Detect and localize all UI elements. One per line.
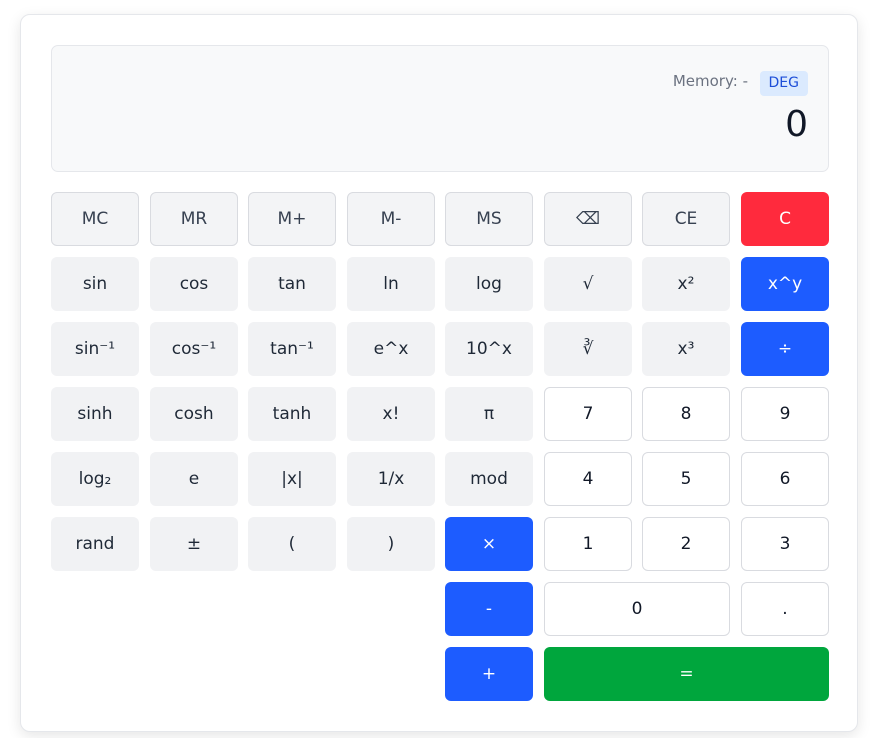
factorial-button[interactable]: x! [347, 387, 435, 441]
log-button[interactable]: log [445, 257, 533, 311]
sinh-button[interactable]: sinh [51, 387, 139, 441]
multiply-button[interactable]: × [445, 517, 533, 571]
digit-7-button[interactable]: 7 [544, 387, 632, 441]
negate-button[interactable]: ± [150, 517, 238, 571]
digit-2-button[interactable]: 2 [642, 517, 730, 571]
cosh-button[interactable]: cosh [150, 387, 238, 441]
random-button[interactable]: rand [51, 517, 139, 571]
add-button[interactable]: + [445, 647, 533, 701]
digit-9-button[interactable]: 9 [741, 387, 829, 441]
display-value: 0 [785, 104, 808, 145]
equals-button[interactable]: = [544, 647, 829, 701]
memory-indicator: Memory: - [672, 72, 748, 90]
tanh-button[interactable]: tanh [248, 387, 336, 441]
arccos-button[interactable]: cos⁻¹ [150, 322, 238, 376]
backspace-button[interactable]: ⌫ [544, 192, 632, 246]
cube-button[interactable]: x³ [642, 322, 730, 376]
close-paren-button[interactable]: ) [347, 517, 435, 571]
memory-store-button[interactable]: MS [445, 192, 533, 246]
memory-recall-button[interactable]: MR [150, 192, 238, 246]
digit-0-button[interactable]: 0 [544, 582, 730, 636]
digit-8-button[interactable]: 8 [642, 387, 730, 441]
digit-5-button[interactable]: 5 [642, 452, 730, 506]
arcsin-button[interactable]: sin⁻¹ [51, 322, 139, 376]
clear-button[interactable]: C [741, 192, 829, 246]
reciprocal-button[interactable]: 1/x [347, 452, 435, 506]
digit-6-button[interactable]: 6 [741, 452, 829, 506]
open-paren-button[interactable]: ( [248, 517, 336, 571]
sin-button[interactable]: sin [51, 257, 139, 311]
memory-subtract-button[interactable]: M- [347, 192, 435, 246]
tan-button[interactable]: tan [248, 257, 336, 311]
decimal-point-button[interactable]: . [741, 582, 829, 636]
divide-button[interactable]: ÷ [741, 322, 829, 376]
angle-mode-badge[interactable]: DEG [759, 71, 808, 96]
euler-button[interactable]: e [150, 452, 238, 506]
exp-button[interactable]: e^x [347, 322, 435, 376]
memory-clear-button[interactable]: MC [51, 192, 139, 246]
cube-root-button[interactable]: ∛ [544, 322, 632, 376]
square-root-button[interactable]: √ [544, 257, 632, 311]
digit-4-button[interactable]: 4 [544, 452, 632, 506]
ln-button[interactable]: ln [347, 257, 435, 311]
digit-1-button[interactable]: 1 [544, 517, 632, 571]
digit-3-button[interactable]: 3 [741, 517, 829, 571]
subtract-button[interactable]: - [445, 582, 533, 636]
cos-button[interactable]: cos [150, 257, 238, 311]
arctan-button[interactable]: tan⁻¹ [248, 322, 336, 376]
clear-entry-button[interactable]: CE [642, 192, 730, 246]
power-of-ten-button[interactable]: 10^x [445, 322, 533, 376]
memory-add-button[interactable]: M+ [248, 192, 336, 246]
power-button[interactable]: x^y [741, 257, 829, 311]
absolute-value-button[interactable]: |x| [248, 452, 336, 506]
pi-button[interactable]: π [445, 387, 533, 441]
square-button[interactable]: x² [642, 257, 730, 311]
log2-button[interactable]: log₂ [51, 452, 139, 506]
modulo-button[interactable]: mod [445, 452, 533, 506]
calculator-display: Memory: - DEG 0 [51, 45, 829, 172]
